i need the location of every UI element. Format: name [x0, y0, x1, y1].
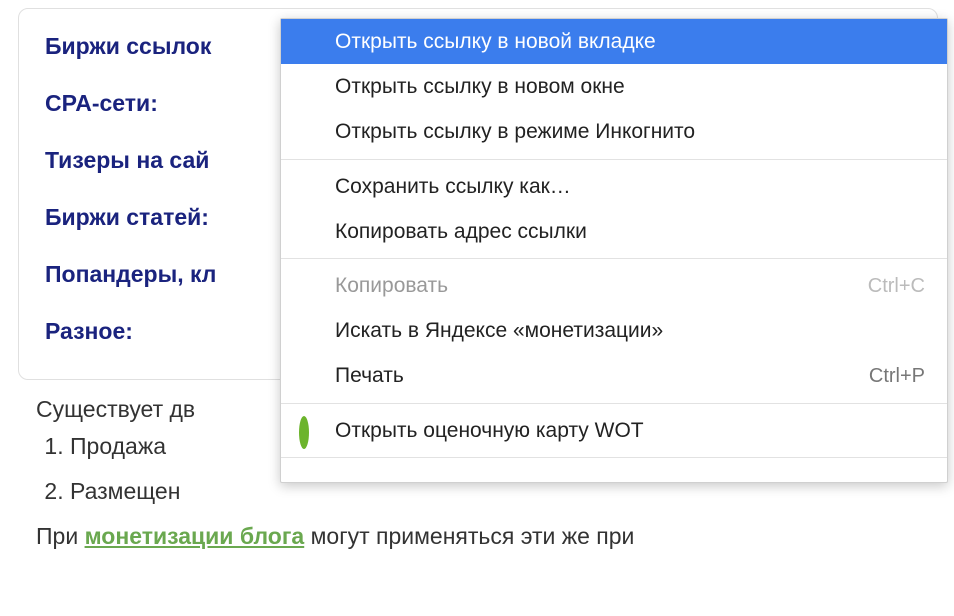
menu-item-inspect[interactable] [281, 462, 947, 482]
wot-icon [299, 420, 319, 440]
menu-item-search-yandex[interactable]: Искать в Яндексе «монетизации» [281, 308, 947, 353]
menu-item-label: Печать [335, 363, 404, 388]
footer-post: могут применяться эти же при [304, 523, 634, 549]
context-menu: Открыть ссылку в новой вкладке Открыть с… [280, 18, 948, 483]
footer-pre: При [36, 523, 85, 549]
footer-paragraph: При монетизации блога могут применяться … [36, 523, 936, 550]
menu-item-save-link-as[interactable]: Сохранить ссылку как… [281, 164, 947, 209]
row-label: Биржи ссылок [45, 33, 211, 60]
menu-item-copy-link-address[interactable]: Копировать адрес ссылки [281, 209, 947, 254]
menu-separator [281, 457, 947, 458]
menu-item-label: Открыть оценочную карту WOT [335, 418, 644, 443]
row-label: Попандеры, кл [45, 261, 216, 288]
menu-item-label: Копировать адрес ссылки [335, 219, 587, 244]
menu-separator [281, 159, 947, 160]
menu-item-shortcut: Ctrl+P [869, 364, 925, 388]
menu-item-label: Открыть ссылку в новом окне [335, 74, 625, 99]
row-label: CPA-сети: [45, 90, 158, 117]
monetization-link[interactable]: монетизации блога [85, 523, 305, 549]
menu-item-label: Открыть ссылку в режиме Инкогнито [335, 119, 695, 144]
menu-item-label: Искать в Яндексе «монетизации» [335, 318, 663, 343]
menu-item-shortcut: Ctrl+C [868, 274, 925, 298]
row-label: Тизеры на сай [45, 147, 209, 174]
menu-separator [281, 258, 947, 259]
row-label: Разное: [45, 318, 133, 345]
intro-text: Существует дв [36, 396, 195, 423]
menu-item-open-link-new-tab[interactable]: Открыть ссылку в новой вкладке [281, 19, 947, 64]
menu-item-label: Открыть ссылку в новой вкладке [335, 29, 656, 54]
menu-separator [281, 403, 947, 404]
menu-item-open-link-new-window[interactable]: Открыть ссылку в новом окне [281, 64, 947, 109]
menu-item-wot[interactable]: Открыть оценочную карту WOT [281, 408, 947, 453]
menu-item-label: Сохранить ссылку как… [335, 174, 571, 199]
menu-item-label: Копировать [335, 273, 448, 298]
menu-item-copy[interactable]: Копировать Ctrl+C [281, 263, 947, 308]
menu-item-print[interactable]: Печать Ctrl+P [281, 353, 947, 398]
menu-item-open-link-incognito[interactable]: Открыть ссылку в режиме Инкогнито [281, 109, 947, 154]
row-label: Биржи статей: [45, 204, 209, 231]
